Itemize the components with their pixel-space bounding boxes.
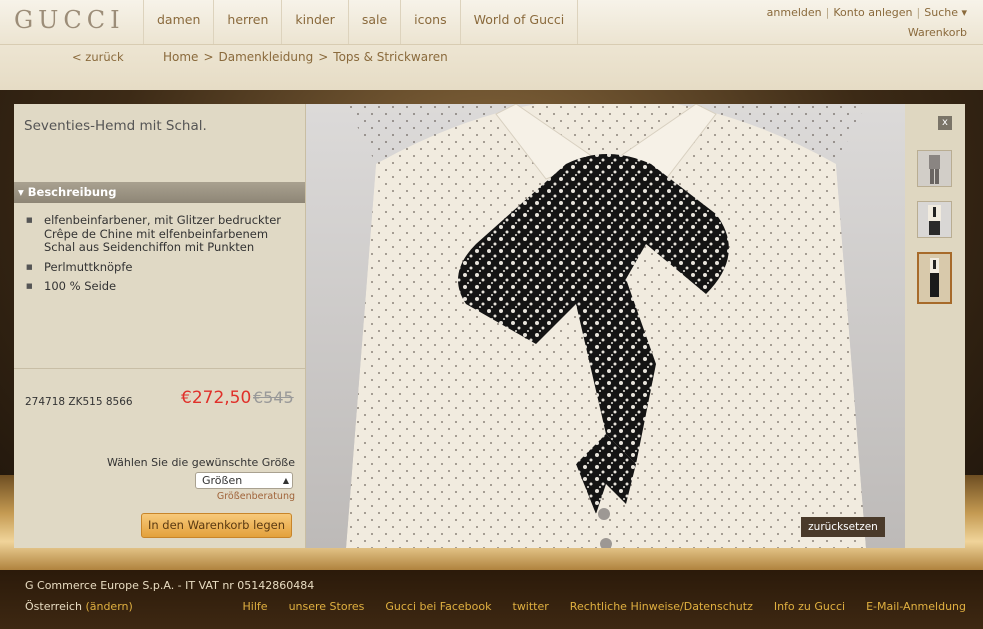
nav-item-damen[interactable]: damen [143, 0, 213, 44]
breadcrumb-separator: > [203, 50, 214, 64]
back-link[interactable]: < zurück [72, 50, 124, 64]
divider [14, 368, 305, 369]
thumbnail-image [928, 205, 941, 235]
size-guide-link[interactable]: Größenberatung [217, 491, 295, 502]
footer-links: Hilfe unsere Stores Gucci bei Facebook t… [243, 600, 966, 613]
footer-link-legal[interactable]: Rechtliche Hinweise/Datenschutz [570, 600, 753, 613]
top-header: GUCCI damen herren kinder sale icons Wor… [0, 0, 983, 45]
footer-link-facebook[interactable]: Gucci bei Facebook [385, 600, 491, 613]
nav-item-sale[interactable]: sale [347, 0, 400, 44]
thumbnail-back-view[interactable] [917, 150, 952, 187]
select-arrows-icon: ▲ [282, 476, 289, 485]
country-selector: Österreich (ändern) [25, 600, 133, 613]
product-sku: 274718 ZK515 8566 [25, 396, 133, 408]
register-link[interactable]: Konto anlegen [833, 6, 912, 19]
separator: | [916, 6, 921, 19]
original-price: €545 [253, 388, 294, 407]
footer-link-about[interactable]: Info zu Gucci [774, 600, 845, 613]
close-icon[interactable]: x [938, 116, 952, 130]
change-country-link[interactable]: (ändern) [85, 600, 132, 613]
product-title: Seventies-Hemd mit Schal. [24, 118, 207, 134]
add-to-cart-button[interactable]: In den Warenkorb legen [141, 513, 292, 538]
thumbnail-full-look[interactable] [917, 252, 952, 304]
breadcrumb-separator: > [318, 50, 329, 64]
search-link[interactable]: Suche ▾ [924, 6, 967, 19]
description-toggle[interactable]: ▾ Beschreibung [14, 182, 305, 203]
nav-item-icons[interactable]: icons [400, 0, 459, 44]
shirt-illustration [306, 104, 905, 548]
sub-header: < zurück Home > Damenkleidung > Tops & S… [0, 45, 983, 90]
main-nav: damen herren kinder sale icons World of … [143, 0, 579, 44]
product-info-panel: Seventies-Hemd mit Schal. ▾ Beschreibung… [14, 104, 306, 548]
gucci-logo[interactable]: GUCCI [14, 6, 125, 34]
breadcrumb-damenkleidung[interactable]: Damenkleidung [219, 50, 314, 64]
footer-link-newsletter[interactable]: E-Mail-Anmeldung [866, 600, 966, 613]
breadcrumb: Home > Damenkleidung > Tops & Strickware… [163, 50, 448, 64]
size-select-value: Größen [202, 474, 243, 487]
footer-link-help[interactable]: Hilfe [243, 600, 268, 613]
nav-item-world-of-gucci[interactable]: World of Gucci [459, 0, 579, 44]
nav-item-herren[interactable]: herren [213, 0, 281, 44]
breadcrumb-tops[interactable]: Tops & Strickwaren [333, 50, 447, 64]
size-label: Wählen Sie die gewünschte Größe [106, 456, 295, 469]
size-select[interactable]: Größen ▲ [195, 472, 293, 489]
description-item: Perlmuttknöpfe [26, 260, 286, 275]
sale-price: €272,50 [181, 388, 252, 408]
description-item: elfenbeinfarbener, mit Glitzer bedruckte… [26, 213, 286, 255]
company-info: G Commerce Europe S.p.A. - IT VAT nr 051… [25, 579, 315, 592]
breadcrumb-home[interactable]: Home [163, 50, 198, 64]
footer-link-twitter[interactable]: twitter [513, 600, 549, 613]
account-links: anmelden | Konto anlegen | Suche ▾ [767, 6, 967, 19]
country-name: Österreich [25, 600, 82, 613]
thumbnail-image [930, 258, 939, 297]
cart-link[interactable]: Warenkorb [908, 26, 967, 39]
reset-zoom-button[interactable]: zurücksetzen [801, 517, 885, 537]
description-list: elfenbeinfarbener, mit Glitzer bedruckte… [26, 213, 286, 300]
separator: | [825, 6, 830, 19]
product-image[interactable] [306, 104, 905, 548]
description-item: 100 % Seide [26, 279, 286, 294]
nav-item-kinder[interactable]: kinder [281, 0, 347, 44]
thumbnail-image [929, 155, 940, 184]
login-link[interactable]: anmelden [767, 6, 822, 19]
footer-link-stores[interactable]: unsere Stores [289, 600, 365, 613]
thumbnail-front-view[interactable] [917, 201, 952, 238]
